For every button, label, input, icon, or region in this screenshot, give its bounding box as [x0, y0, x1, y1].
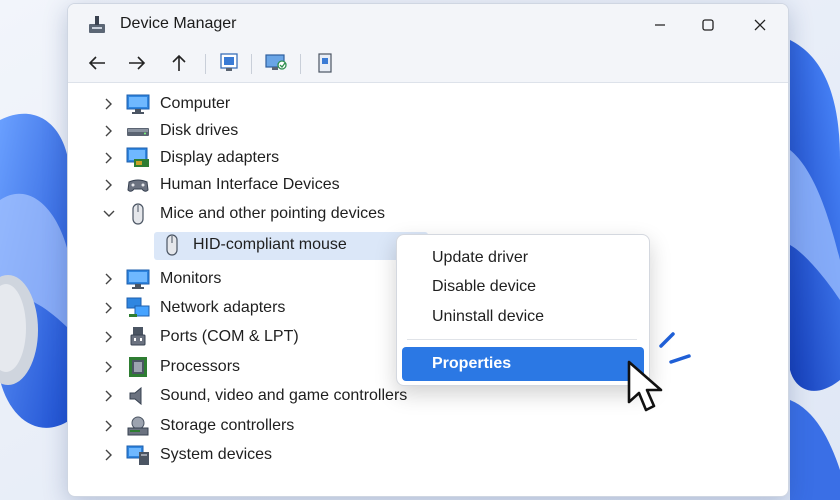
tree-item-system-devices[interactable]: System devices: [68, 443, 788, 469]
device-view-icon: [318, 53, 332, 73]
speaker-icon: [129, 386, 142, 406]
tree-item-human-interface-devices[interactable]: Human Interface Devices: [68, 173, 788, 199]
tree-item-label: Processors: [160, 358, 241, 375]
minimize-button[interactable]: [642, 10, 678, 40]
chevron-right-icon[interactable]: [102, 389, 116, 403]
maximize-icon: [702, 19, 714, 31]
tree-item-computer[interactable]: Computer: [68, 92, 788, 118]
system-devices-icon: [126, 445, 149, 465]
tree-item-label: Network adapters: [160, 299, 286, 316]
forward-button[interactable]: [122, 49, 152, 77]
chevron-down-icon[interactable]: [102, 207, 116, 221]
toolbar: [68, 44, 788, 83]
chevron-right-icon[interactable]: [102, 330, 116, 344]
minimize-icon: [655, 24, 665, 26]
chevron-right-icon[interactable]: [102, 419, 116, 433]
tree-item-label: Human Interface Devices: [160, 176, 340, 193]
context-menu: Update driver Disable device Uninstall d…: [396, 234, 650, 386]
tree-item-label: Storage controllers: [160, 417, 295, 434]
up-arrow-icon: [172, 54, 186, 71]
chevron-right-icon[interactable]: [102, 151, 116, 165]
menu-item-uninstall-device[interactable]: Uninstall device: [432, 308, 544, 326]
hid-icon: [127, 179, 149, 192]
tree-item-display-adapters[interactable]: Display adapters: [68, 146, 788, 172]
tree-item-label: Monitors: [160, 270, 222, 287]
chevron-right-icon[interactable]: [102, 97, 116, 111]
tree-item-label: Ports (COM & LPT): [160, 328, 299, 345]
maximize-button[interactable]: [690, 10, 726, 40]
properties-icon: [220, 53, 238, 71]
up-button[interactable]: [164, 49, 194, 77]
toolbar-separator: [205, 54, 206, 74]
tree-item-sound[interactable]: Sound, video and game controllers: [68, 384, 788, 410]
properties-button[interactable]: [214, 49, 244, 77]
close-button[interactable]: [742, 10, 778, 40]
toolbar-separator: [300, 54, 301, 74]
scan-hardware-icon: [265, 54, 287, 70]
menu-item-update-driver[interactable]: Update driver: [432, 249, 528, 267]
tree-item-label: Disk drives: [160, 122, 239, 139]
tree-item-storage-controllers[interactable]: Storage controllers: [68, 414, 788, 440]
disk-drive-icon: [127, 128, 149, 136]
back-button[interactable]: [82, 49, 112, 77]
port-icon: [130, 327, 146, 346]
chevron-right-icon[interactable]: [102, 178, 116, 192]
chevron-right-icon[interactable]: [102, 301, 116, 315]
tree-item-label: HID-compliant mouse: [193, 236, 347, 253]
tree-item-label: Mice and other pointing devices: [160, 205, 386, 222]
processor-icon: [129, 357, 147, 377]
mouse-icon: [166, 234, 178, 256]
title-bar[interactable]: Device Manager: [68, 4, 788, 44]
mouse-pointer-icon: [627, 360, 663, 412]
display-adapter-icon: [126, 147, 149, 167]
menu-item-disable-device[interactable]: Disable device: [432, 278, 536, 296]
mouse-icon: [132, 203, 144, 225]
tree-item-label: Display adapters: [160, 149, 280, 166]
tree-item-label: Sound, video and game controllers: [160, 387, 408, 404]
chevron-right-icon[interactable]: [102, 360, 116, 374]
scan-hardware-button[interactable]: [261, 49, 291, 77]
network-adapter-icon: [126, 297, 150, 317]
device-view-button[interactable]: [310, 49, 340, 77]
chevron-right-icon[interactable]: [102, 124, 116, 138]
tree-item-label: Computer: [160, 95, 231, 112]
menu-item-properties[interactable]: Properties: [402, 347, 644, 381]
menu-separator: [407, 339, 637, 340]
menu-item-properties-label: Properties: [432, 355, 512, 372]
forward-arrow-icon: [129, 56, 146, 70]
chevron-right-icon[interactable]: [102, 448, 116, 462]
tree-item-mice[interactable]: Mice and other pointing devices: [68, 202, 788, 228]
window-title: Device Manager: [120, 15, 237, 32]
monitor-icon: [126, 269, 150, 289]
close-icon: [754, 19, 766, 31]
back-arrow-icon: [88, 56, 105, 70]
computer-icon: [126, 94, 150, 114]
chevron-right-icon[interactable]: [102, 272, 116, 286]
storage-controller-icon: [127, 416, 149, 436]
device-manager-icon: [89, 16, 105, 33]
tree-item-disk-drives[interactable]: Disk drives: [68, 119, 788, 145]
toolbar-separator: [251, 54, 252, 74]
tree-item-label: System devices: [160, 446, 273, 463]
